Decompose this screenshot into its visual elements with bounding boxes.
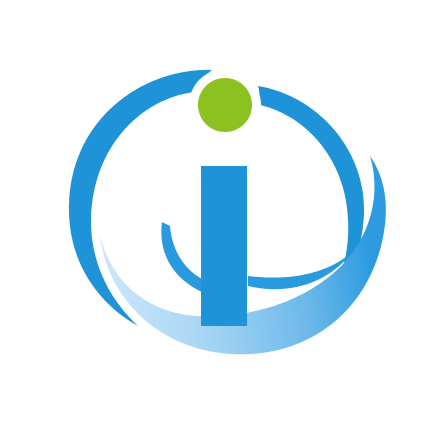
inner-hook [161, 222, 204, 292]
logo-canvas [0, 0, 434, 434]
i-dot [198, 78, 252, 132]
i-stem [201, 166, 247, 326]
info-i-logo-icon [68, 69, 386, 355]
